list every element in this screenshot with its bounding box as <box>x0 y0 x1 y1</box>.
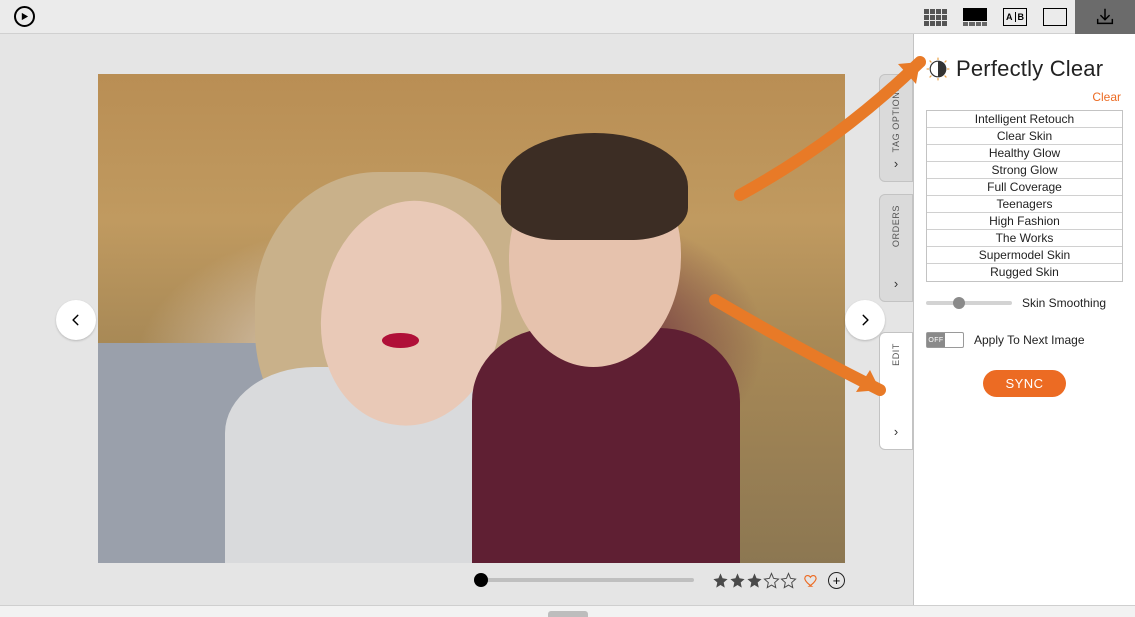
rating-stars[interactable] <box>712 572 797 589</box>
preview-image[interactable] <box>98 74 845 563</box>
preset-item[interactable]: High Fashion <box>927 213 1122 230</box>
scrubber-handle[interactable] <box>474 573 488 587</box>
toggle-label: Apply To Next Image <box>974 333 1085 347</box>
filmstrip-scrubber[interactable] <box>474 578 694 582</box>
preset-item[interactable]: Teenagers <box>927 196 1122 213</box>
preset-item[interactable]: Intelligent Retouch <box>927 111 1122 128</box>
tab-label: EDIT <box>891 343 901 366</box>
star-icon <box>763 572 780 589</box>
slider-knob[interactable] <box>953 297 965 309</box>
toggle-state: OFF <box>927 333 945 347</box>
filmstrip-view-button[interactable] <box>955 0 995 34</box>
perfectly-clear-logo-icon <box>926 57 950 81</box>
star-icon <box>780 572 797 589</box>
image-frame <box>98 74 845 563</box>
export-button[interactable] <box>1075 0 1135 34</box>
chevron-right-icon: › <box>894 424 898 439</box>
tab-orders[interactable]: ORDERS › <box>879 194 913 302</box>
tab-label: TAG OPTIONS <box>891 85 901 152</box>
preset-item[interactable]: Healthy Glow <box>927 145 1122 162</box>
preset-item[interactable]: Rugged Skin <box>927 264 1122 281</box>
clear-adjustments-link[interactable]: Clear <box>926 90 1121 104</box>
single-view-button[interactable] <box>1035 0 1075 34</box>
grid-icon <box>924 9 947 26</box>
panel-title: Perfectly Clear <box>956 56 1103 82</box>
heart-icon <box>803 572 820 589</box>
preset-item[interactable]: The Works <box>927 230 1122 247</box>
filmstrip-icon <box>963 8 987 26</box>
apply-next-toggle[interactable]: OFF <box>926 332 964 348</box>
apply-next-row: OFF Apply To Next Image <box>926 332 1123 348</box>
chevron-left-icon <box>69 313 83 327</box>
download-icon <box>1093 6 1117 28</box>
edit-panel: Perfectly Clear Clear Intelligent Retouc… <box>913 34 1135 617</box>
tab-label: ORDERS <box>891 205 901 247</box>
grid-view-button[interactable] <box>915 0 955 34</box>
image-stage: + <box>0 34 913 605</box>
star-icon <box>746 572 763 589</box>
bottom-drag-handle[interactable] <box>548 611 588 617</box>
preset-list: Intelligent RetouchClear SkinHealthy Glo… <box>926 110 1123 282</box>
skin-smoothing-slider[interactable] <box>926 301 1012 305</box>
add-button[interactable]: + <box>828 572 845 589</box>
preset-item[interactable]: Strong Glow <box>927 162 1122 179</box>
image-footer: + <box>98 569 845 591</box>
play-slideshow-button[interactable] <box>14 6 35 27</box>
tab-tag-options[interactable]: TAG OPTIONS › <box>879 74 913 182</box>
chevron-right-icon: › <box>894 276 898 291</box>
preset-item[interactable]: Full Coverage <box>927 179 1122 196</box>
sync-button[interactable]: SYNC <box>983 370 1065 397</box>
plus-icon: + <box>833 574 841 587</box>
chevron-right-icon: › <box>894 156 898 171</box>
top-toolbar: AB <box>0 0 1135 34</box>
panel-brand: Perfectly Clear <box>926 56 1123 82</box>
single-view-icon <box>1043 8 1067 26</box>
compare-ab-button[interactable]: AB <box>995 0 1035 34</box>
tab-edit[interactable]: EDIT › <box>879 332 913 450</box>
favorite-toggle[interactable] <box>803 572 820 589</box>
star-icon <box>729 572 746 589</box>
skin-smoothing-row: Skin Smoothing <box>926 296 1123 310</box>
preset-item[interactable]: Clear Skin <box>927 128 1122 145</box>
next-image-button[interactable] <box>845 300 885 340</box>
slider-label: Skin Smoothing <box>1022 296 1106 310</box>
bottom-bar <box>0 605 1135 617</box>
ab-icon: AB <box>1003 8 1027 26</box>
star-icon <box>712 572 729 589</box>
preset-item[interactable]: Supermodel Skin <box>927 247 1122 264</box>
previous-image-button[interactable] <box>56 300 96 340</box>
chevron-right-icon <box>858 313 872 327</box>
